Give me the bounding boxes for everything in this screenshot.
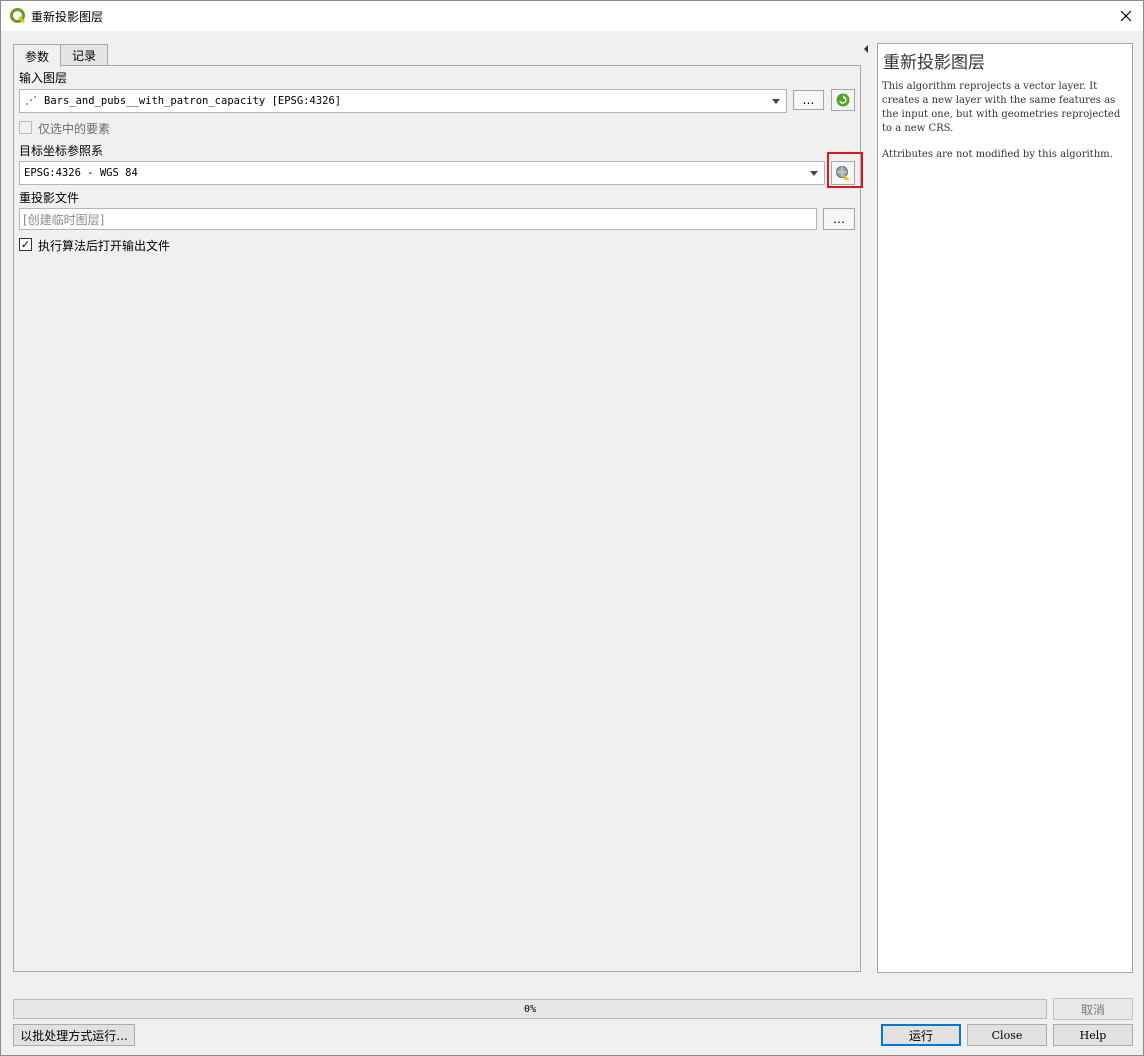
point-layer-icon	[26, 96, 36, 105]
output-label: 重投影文件	[19, 191, 80, 205]
selected-only-label: 仅选中的要素	[38, 122, 111, 136]
help-button[interactable]: Help	[1053, 1024, 1133, 1046]
dialog-window: 重新投影图层 参数 记录 输入图层 Bars_and_pubs__with_pa…	[0, 0, 1144, 1056]
iterate-icon	[836, 93, 850, 107]
close-icon	[1120, 10, 1132, 22]
help-paragraph: Attributes are not modified by this algo…	[882, 149, 1113, 160]
target-crs-value: EPSG:4326 - WGS 84	[24, 167, 138, 179]
help-paragraph: This algorithm reprojects a vector layer…	[882, 81, 1121, 134]
collapse-help-icon[interactable]	[864, 45, 868, 53]
help-title: 重新投影图层	[883, 53, 985, 73]
output-browse-button[interactable]: …	[823, 208, 855, 230]
close-window-button[interactable]	[1109, 1, 1143, 31]
batch-process-button[interactable]: 以批处理方式运行...	[13, 1024, 135, 1046]
run-button[interactable]: 运行	[881, 1024, 961, 1046]
input-layer-label: 输入图层	[19, 71, 68, 85]
target-crs-label: 目标坐标参照系	[19, 144, 104, 158]
tab-parameters[interactable]: 参数	[13, 44, 61, 67]
input-layer-combo[interactable]: Bars_and_pubs__with_patron_capacity [EPS…	[19, 89, 787, 113]
progress-text: 0%	[523, 1003, 537, 1015]
dropdown-arrow-icon	[810, 171, 818, 176]
target-crs-combo[interactable]: EPSG:4326 - WGS 84	[19, 161, 825, 185]
help-body: This algorithm reprojects a vector layer…	[882, 80, 1130, 174]
open-output-label: 执行算法后打开输出文件	[38, 239, 171, 253]
selected-only-checkbox[interactable]	[19, 121, 32, 134]
title-bar: 重新投影图层	[1, 1, 1143, 31]
open-output-checkbox[interactable]: ✓	[19, 238, 32, 251]
parameters-panel	[13, 65, 861, 972]
progress-bar: 0%	[13, 999, 1047, 1019]
cancel-button[interactable]: 取消	[1053, 998, 1133, 1020]
help-panel: 重新投影图层 This algorithm reprojects a vecto…	[877, 43, 1133, 973]
close-button[interactable]: Close	[967, 1024, 1047, 1046]
input-layer-browse-button[interactable]: …	[793, 90, 824, 110]
highlight-box	[827, 152, 863, 188]
input-layer-value: Bars_and_pubs__with_patron_capacity [EPS…	[44, 95, 342, 107]
qgis-logo-icon	[10, 8, 26, 24]
window-title: 重新投影图层	[31, 10, 104, 24]
output-file-input[interactable]: [创建临时图层]	[19, 208, 817, 230]
iterate-layer-button[interactable]	[831, 89, 855, 111]
dropdown-arrow-icon	[772, 99, 780, 104]
tab-log[interactable]: 记录	[60, 44, 108, 66]
